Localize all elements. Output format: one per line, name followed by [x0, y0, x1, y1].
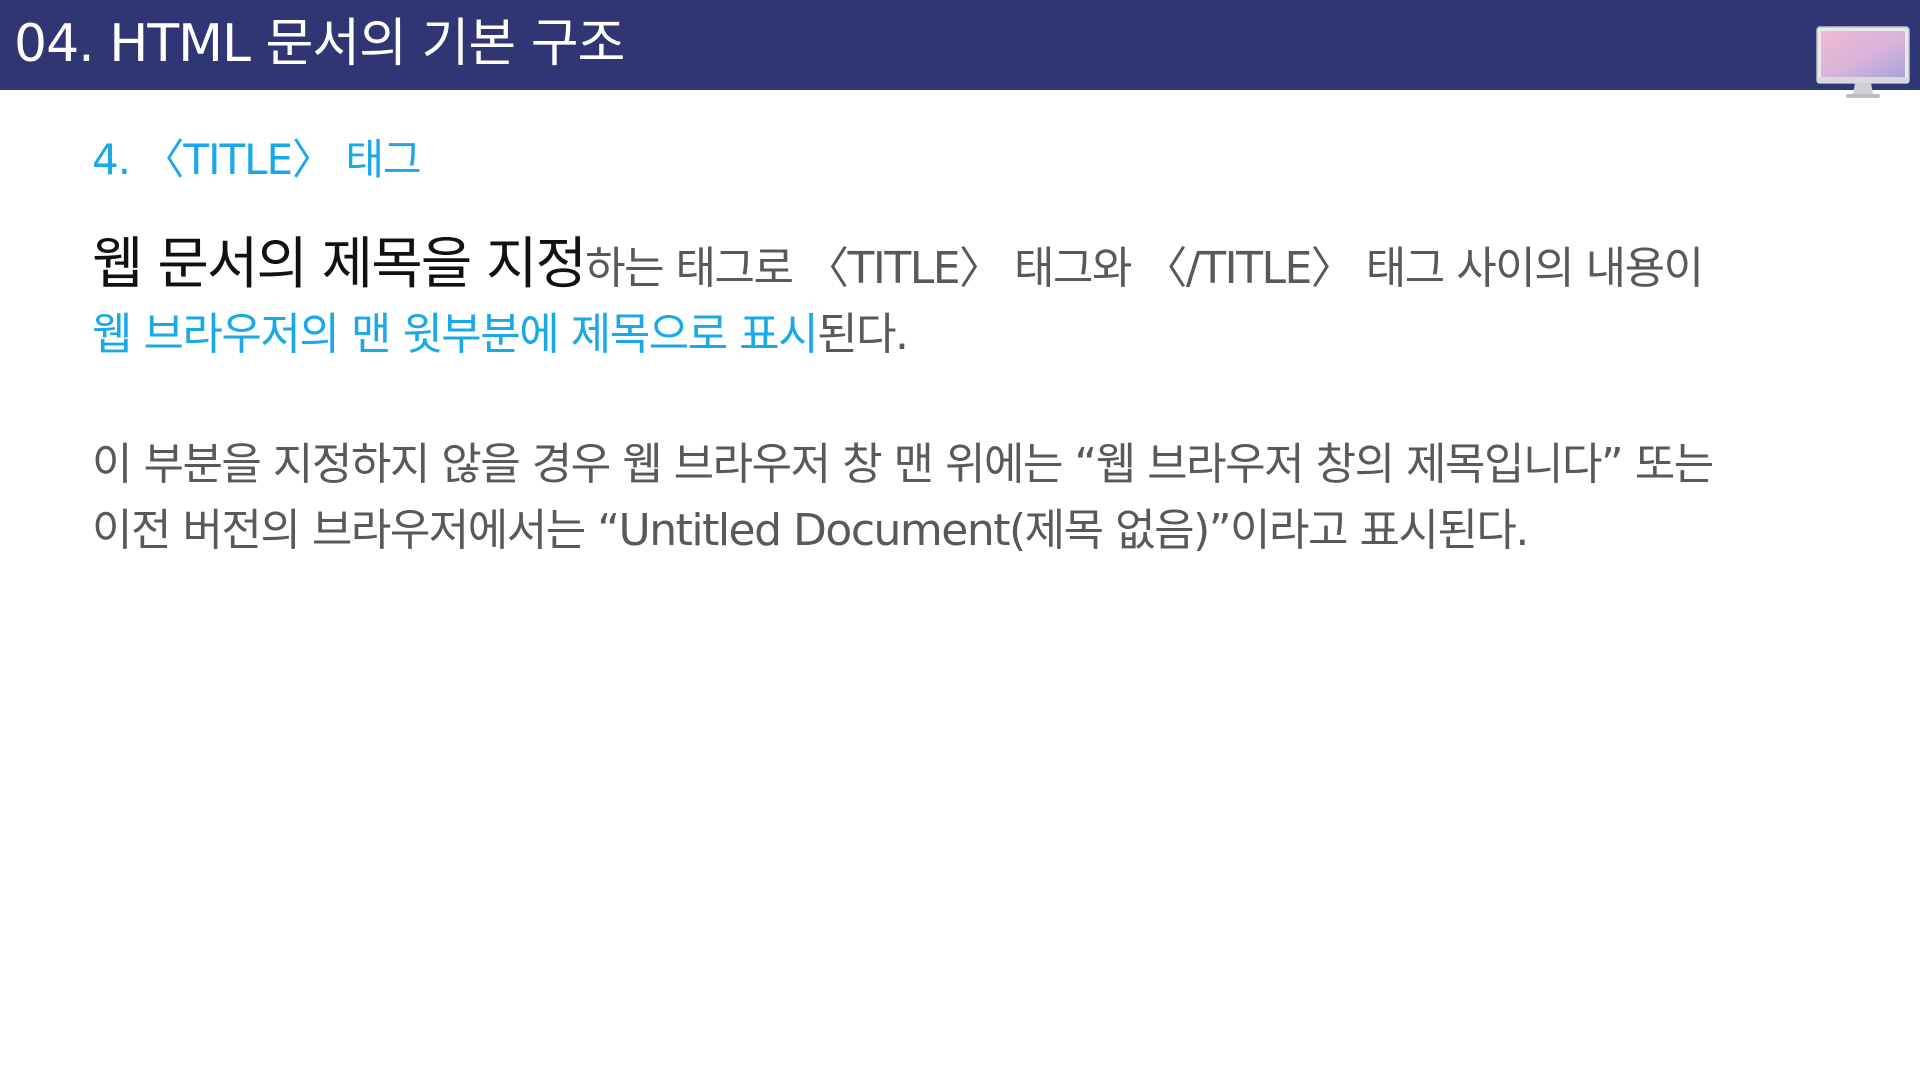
monitor-icon [1816, 26, 1910, 98]
paragraph-default-title-note: 이 부분을 지정하지 않을 경우 웹 브라우저 창 맨 위에는 “웹 브라우저 … [92, 432, 1872, 564]
paragraph-title-tag-description: 웹 문서의 제목을 지정하는 태그로 〈TITLE〉 태그와 〈/TITLE〉 … [92, 232, 1872, 368]
highlight-text: 웹 브라우저의 맨 윗부분에 제목으로 표시 [92, 309, 819, 360]
paragraph-line: 웹 문서의 제목을 지정하는 태그로 〈TITLE〉 태그와 〈/TITLE〉 … [92, 232, 1872, 302]
paragraph-line: 이 부분을 지정하지 않을 경우 웹 브라우저 창 맨 위에는 “웹 브라우저 … [92, 439, 1714, 490]
paragraph-line: 이전 버전의 브라우저에서는 “Untitled Document(제목 없음)… [92, 505, 1529, 556]
header-bar: 04. HTML 문서의 기본 구조 [0, 0, 1920, 90]
paragraph-line: 웹 브라우저의 맨 윗부분에 제목으로 표시된다. [92, 302, 1872, 368]
emphasis-text: 웹 문서의 제목을 지정 [92, 232, 587, 297]
slide: 04. HTML 문서의 기본 구조 4. 〈TITLE〉 태그 웹 문서의 제… [0, 0, 1920, 1080]
body-text: 된다. [817, 309, 909, 360]
header-title: 04. HTML 문서의 기본 구조 [14, 14, 625, 74]
body-text: 하는 태그로 〈TITLE〉 태그와 〈/TITLE〉 태그 사이의 내용이 [585, 243, 1704, 294]
section-heading: 4. 〈TITLE〉 태그 [92, 135, 422, 184]
